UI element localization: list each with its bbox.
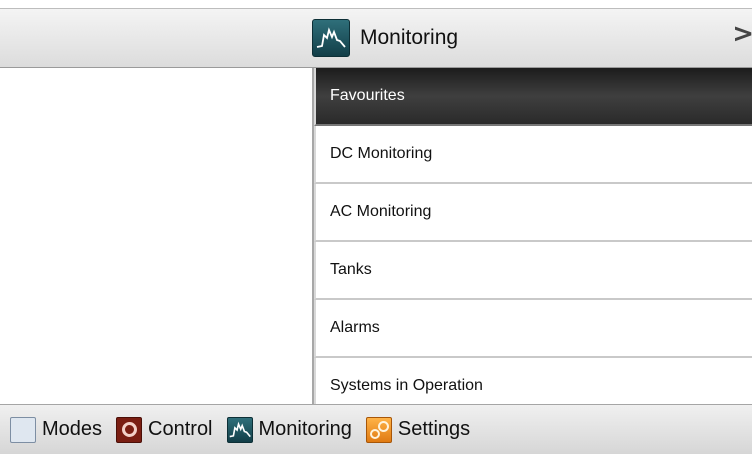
tab-settings[interactable]: Settings bbox=[365, 416, 471, 443]
header-bar: Monitoring > bbox=[0, 8, 752, 68]
menu-item-favourites[interactable]: Favourites bbox=[314, 68, 752, 126]
tab-monitoring[interactable]: Monitoring bbox=[226, 416, 352, 443]
menu-item-systems-in-operation[interactable]: Systems in Operation bbox=[314, 358, 752, 404]
menu-item-alarms[interactable]: Alarms bbox=[314, 300, 752, 358]
monitoring-icon bbox=[312, 19, 350, 57]
tab-modes-label: Modes bbox=[42, 418, 103, 440]
header-title-group: Monitoring bbox=[312, 9, 458, 67]
tab-settings-label: Settings bbox=[397, 418, 471, 440]
monitoring-icon bbox=[226, 416, 253, 443]
modes-icon bbox=[10, 416, 36, 443]
left-blank-panel bbox=[0, 68, 314, 404]
tab-control-label: Control bbox=[148, 418, 213, 440]
app-window: Monitoring > Favourites DC Monitoring AC… bbox=[0, 0, 752, 454]
menu-item-tanks[interactable]: Tanks bbox=[314, 242, 752, 300]
bottom-nav-bar: Modes Control Monitoring Settings bbox=[0, 404, 752, 454]
monitoring-menu: Favourites DC Monitoring AC Monitoring T… bbox=[314, 68, 752, 404]
tab-monitoring-label: Monitoring bbox=[258, 418, 352, 440]
menu-item-ac-monitoring[interactable]: AC Monitoring bbox=[314, 184, 752, 242]
control-icon bbox=[116, 416, 143, 443]
next-arrow-icon[interactable]: > bbox=[732, 19, 752, 49]
page-title: Monitoring bbox=[360, 26, 459, 49]
tab-modes[interactable]: Modes bbox=[10, 416, 103, 443]
tab-control[interactable]: Control bbox=[116, 416, 213, 443]
settings-icon bbox=[365, 416, 392, 443]
menu-item-dc-monitoring[interactable]: DC Monitoring bbox=[314, 126, 752, 184]
